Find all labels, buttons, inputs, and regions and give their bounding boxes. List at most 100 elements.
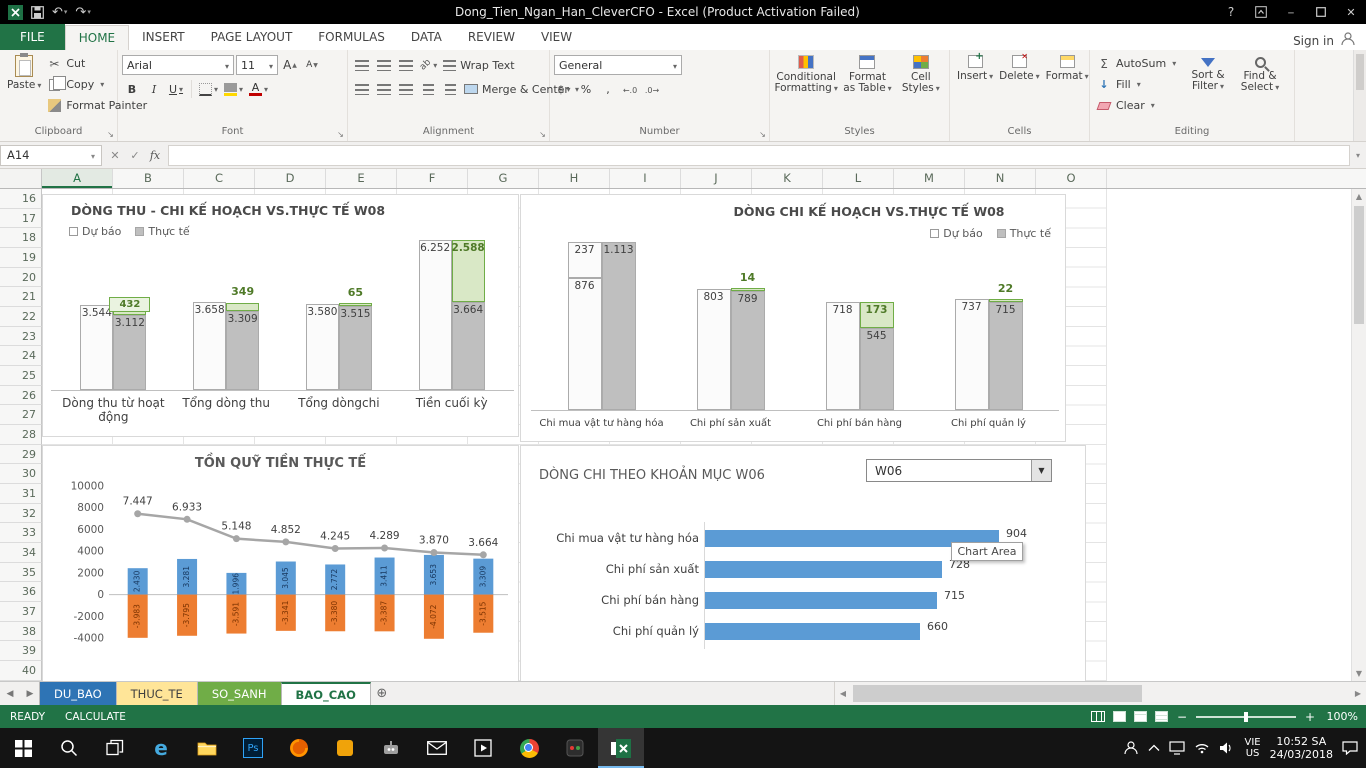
wifi-icon[interactable] [1194, 742, 1210, 754]
row-header-38[interactable]: 38 [0, 622, 42, 642]
align-center-button[interactable] [374, 79, 394, 99]
column-header-N[interactable]: N [965, 169, 1036, 188]
row-header-24[interactable]: 24 [0, 346, 42, 366]
language-indicator[interactable]: VIE US [1244, 737, 1260, 759]
row-header-25[interactable]: 25 [0, 366, 42, 386]
row-header-40[interactable]: 40 [0, 661, 42, 681]
redo-button[interactable]: ▾ [75, 6, 90, 19]
sheet-tab-so_sanh[interactable]: SO_SANH [197, 682, 282, 705]
chart-expense-by-category[interactable]: DÒNG CHI THEO KHOẢN MỤC W06W06Chi mua vậ… [520, 445, 1086, 681]
clipboard-dialog-launcher[interactable] [105, 129, 116, 140]
tab-home[interactable]: HOME [65, 25, 129, 50]
chevron-up-icon[interactable] [1148, 744, 1160, 752]
chart-revenue-plan-vs-actual[interactable]: DÒNG THU - CHI KẾ HOẠCH VS.THỰC TẾ W08Dự… [42, 194, 519, 437]
paste-button[interactable]: Paste [4, 53, 44, 93]
row-header-37[interactable]: 37 [0, 602, 42, 622]
find-select-button[interactable]: Find & Select [1234, 53, 1286, 95]
sheet-nav-left-icon[interactable]: ◀ [0, 682, 20, 705]
row-header-20[interactable]: 20 [0, 268, 42, 288]
undo-button[interactable]: ▾ [52, 6, 67, 19]
sort-filter-button[interactable]: Sort & Filter [1182, 53, 1234, 94]
row-header-30[interactable]: 30 [0, 464, 42, 484]
worksheet-grid[interactable]: 1617181920212223242526272829303132333435… [0, 189, 1366, 681]
ribbon-display-options-button[interactable] [1246, 0, 1276, 24]
tab-insert[interactable]: INSERT [129, 25, 198, 50]
row-header-22[interactable]: 22 [0, 307, 42, 327]
status-calculate[interactable]: CALCULATE [55, 711, 136, 723]
decrease-font-button[interactable]: A▼ [302, 55, 322, 75]
increase-font-button[interactable]: A▲ [280, 55, 300, 75]
excel-app[interactable] [598, 728, 644, 768]
format-as-table-button[interactable]: Format as Table [839, 53, 895, 96]
underline-button[interactable]: U [166, 79, 186, 99]
sheet-tab-du_bao[interactable]: DU_BAO [39, 682, 117, 705]
name-box[interactable]: A14 [0, 145, 102, 166]
horizontal-scroll-thumb[interactable] [853, 685, 1142, 702]
row-header-32[interactable]: 32 [0, 504, 42, 524]
font-dialog-launcher[interactable] [335, 129, 346, 140]
display-settings-icon[interactable] [1091, 711, 1105, 722]
fill-color-button[interactable] [222, 79, 245, 99]
volume-icon[interactable] [1219, 741, 1235, 755]
scroll-right-icon[interactable]: ▶ [1350, 689, 1366, 698]
help-button[interactable] [1216, 0, 1246, 24]
column-header-B[interactable]: B [113, 169, 184, 188]
action-center-icon[interactable] [1342, 741, 1358, 755]
tab-page-layout[interactable]: PAGE LAYOUT [198, 25, 306, 50]
formula-input[interactable] [169, 145, 1350, 166]
cell-styles-button[interactable]: Cell Styles [898, 53, 944, 96]
accounting-format-button[interactable] [554, 79, 574, 99]
row-header-33[interactable]: 33 [0, 523, 42, 543]
row-header-27[interactable]: 27 [0, 405, 42, 425]
column-header-L[interactable]: L [823, 169, 894, 188]
insert-function-button[interactable]: fx [146, 149, 164, 162]
row-header-39[interactable]: 39 [0, 641, 42, 661]
zoom-level[interactable]: 100% [1324, 710, 1358, 723]
normal-view-button[interactable] [1113, 711, 1126, 722]
row-header-35[interactable]: 35 [0, 563, 42, 583]
formula-bar-expand-icon[interactable] [1350, 145, 1366, 166]
select-all-corner[interactable] [0, 169, 42, 188]
conditional-formatting-button[interactable]: Conditional Formatting [775, 53, 837, 96]
decrease-indent-button[interactable] [418, 79, 438, 99]
clear-button[interactable]: Clear [1094, 95, 1182, 116]
number-dialog-launcher[interactable] [757, 129, 768, 140]
column-header-A[interactable]: A [42, 169, 113, 188]
folder-app[interactable] [322, 728, 368, 768]
number-format-select[interactable]: General [554, 55, 682, 75]
borders-button[interactable] [197, 79, 220, 99]
monitor-icon[interactable] [1169, 741, 1185, 755]
font-color-button[interactable] [247, 79, 270, 99]
chrome-app[interactable] [506, 728, 552, 768]
increase-decimal-button[interactable] [620, 79, 640, 99]
decrease-decimal-button[interactable] [642, 79, 662, 99]
photoshop-app[interactable]: Ps [230, 728, 276, 768]
row-header-21[interactable]: 21 [0, 287, 42, 307]
font-size-select[interactable]: 11 [236, 55, 278, 75]
enter-button[interactable] [126, 149, 144, 162]
game-app[interactable] [552, 728, 598, 768]
file-explorer-app[interactable] [184, 728, 230, 768]
font-family-select[interactable]: Arial [122, 55, 234, 75]
clock[interactable]: 10:52 SA 24/03/2018 [1270, 735, 1333, 761]
comma-style-button[interactable]: , [598, 79, 618, 99]
column-header-M[interactable]: M [894, 169, 965, 188]
row-header-34[interactable]: 34 [0, 543, 42, 563]
page-layout-view-button[interactable] [1134, 711, 1147, 722]
sheet-tab-thuc_te[interactable]: THUC_TE [116, 682, 198, 705]
row-header-19[interactable]: 19 [0, 248, 42, 268]
column-header-I[interactable]: I [610, 169, 681, 188]
page-break-view-button[interactable] [1155, 711, 1168, 722]
save-icon[interactable] [31, 6, 44, 19]
align-bottom-button[interactable] [396, 55, 416, 75]
sheet-tab-bao_cao[interactable]: BAO_CAO [281, 682, 371, 705]
align-middle-button[interactable] [374, 55, 394, 75]
zoom-in-button[interactable]: + [1304, 710, 1316, 724]
task-view-button[interactable] [92, 728, 138, 768]
chart-cash-balance[interactable]: TỒN QUỸ TIỀN THỰC TẾ10000800060004000200… [42, 445, 519, 681]
firefox-app[interactable] [276, 728, 322, 768]
sign-in[interactable]: Sign in [1293, 31, 1366, 50]
scroll-up-icon[interactable]: ▲ [1352, 189, 1366, 204]
column-header-F[interactable]: F [397, 169, 468, 188]
ribbon-scrollbar[interactable] [1353, 50, 1366, 141]
